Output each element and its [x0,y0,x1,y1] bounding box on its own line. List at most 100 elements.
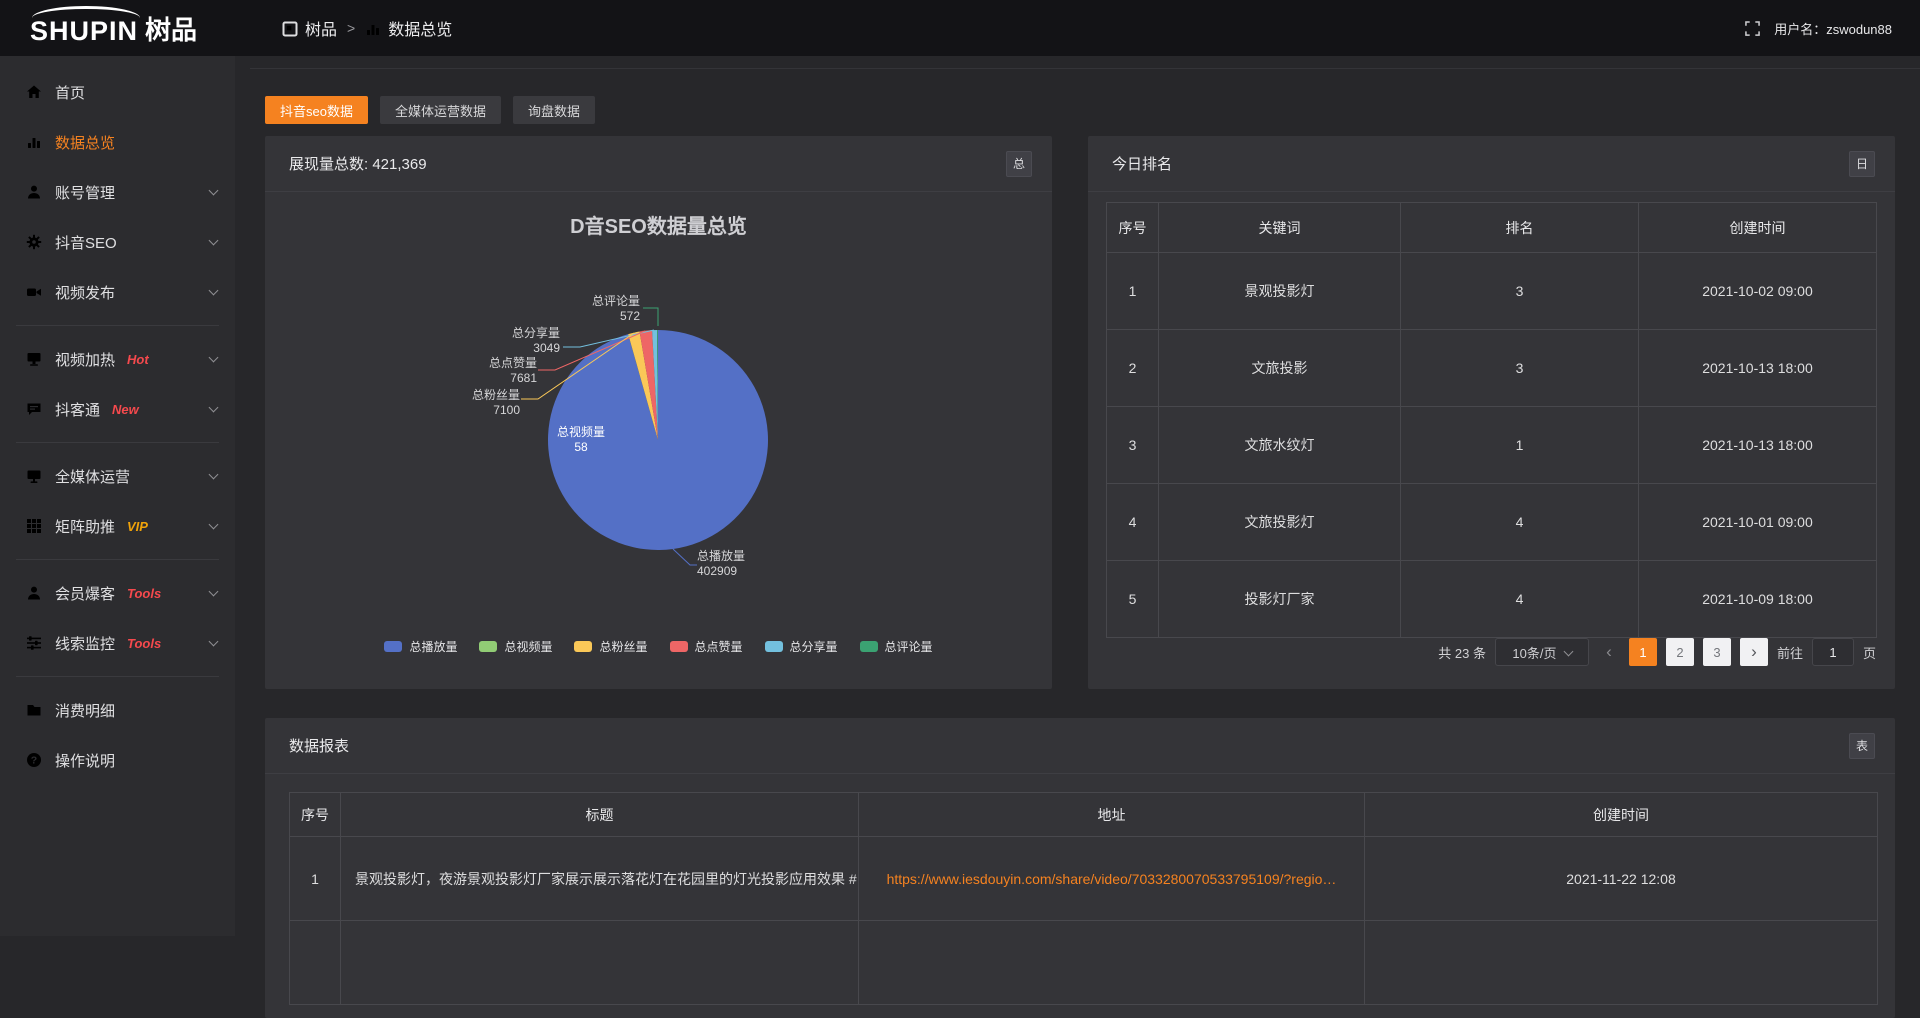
sidebar-item-video-publish[interactable]: 视频发布 [0,267,235,317]
table-view-button[interactable]: 表 [1849,733,1875,759]
legend-item-comments[interactable]: 总评论量 [860,638,933,655]
sidebar-item-label: 抖音SEO [55,232,117,253]
chevron-down-icon [209,403,219,413]
data-report-panel: 数据报表 表 序号 标题 地址 创建时间 1 景观投影灯，夜游景观投影灯厂家展示… [265,718,1895,1018]
legend-item-plays[interactable]: 总播放量 [384,638,457,655]
sidebar-divider [16,325,219,326]
total-count-label: 共 23 条 [1438,643,1486,662]
legend-item-likes[interactable]: 总点赞量 [670,638,743,655]
sidebar-item-label: 全媒体运营 [55,466,130,487]
sidebar-item-expense-detail[interactable]: 消费明细 [0,685,235,735]
screen-icon [26,351,42,367]
breadcrumb: 树品 > 数据总览 [282,0,452,56]
pie-label-plays: 总播放量 402909 [697,549,745,579]
sidebar-item-video-heat[interactable]: 视频加热 Hot [0,334,235,384]
rank-panel-title: 今日排名 [1112,153,1172,174]
report-panel-header: 数据报表 表 [265,718,1895,774]
app-logo: SHUPIN 树品 [30,10,197,47]
pagination: 共 23 条 10条/页 ‹ 1 2 3 › 前往 页 [1438,638,1876,666]
data-tabs: 抖音seo数据 全媒体运营数据 询盘数据 [265,96,595,124]
sidebar: 首页 数据总览 账号管理 抖音SEO 视频发布 视频加热 Hot 抖客通 New… [0,56,235,936]
new-badge: New [112,402,139,417]
pie-chart: D音SEO数据量总览 总评论量 572 总分享量 3049 总点赞量 7681 … [265,192,1052,689]
sliders-icon [26,635,42,651]
sidebar-item-label: 线索监控 [55,633,115,654]
logo-text-cn: 树品 [145,10,197,47]
report-table-header-row: 序号 标题 地址 创建时间 [290,793,1878,837]
sidebar-item-label: 视频加热 [55,349,115,370]
sidebar-item-member-booster[interactable]: 会员爆客 Tools [0,568,235,618]
sidebar-item-media-operations[interactable]: 全媒体运营 [0,451,235,501]
logo-arc [32,6,140,18]
next-page-button[interactable]: › [1740,638,1768,666]
wallet-icon [26,702,42,718]
chevron-down-icon [1563,646,1573,656]
question-circle-icon [26,752,42,768]
breadcrumb-separator: > [347,20,355,36]
sidebar-item-label: 数据总览 [55,132,115,153]
breadcrumb-root[interactable]: 树品 [305,16,337,40]
daily-view-button[interactable]: 日 [1849,151,1875,177]
page-button-1[interactable]: 1 [1629,638,1657,666]
username-label[interactable]: 用户名：zswodun88 [1774,19,1892,38]
table-row: 2文旅投影32021-10-13 18:00 [1107,330,1877,407]
fullscreen-icon[interactable] [1745,21,1760,36]
page-button-2[interactable]: 2 [1666,638,1694,666]
rank-table-header-row: 序号 关键词 排名 创建时间 [1107,203,1877,253]
tools-badge: Tools [127,586,161,601]
table-row: 1 景观投影灯，夜游景观投影灯厂家展示展示落花灯在花园里的灯光投影应用效果 # … [290,837,1878,921]
sidebar-item-data-overview[interactable]: 数据总览 [0,117,235,167]
comment-icon [26,401,42,417]
legend-item-videos[interactable]: 总视频量 [479,638,552,655]
page-size-select[interactable]: 10条/页 [1495,638,1589,666]
sidebar-item-label: 账号管理 [55,182,115,203]
legend-swatch [384,641,402,652]
chevron-down-icon [209,186,219,196]
column-header: 关键词 [1159,203,1401,253]
chevron-down-icon [209,470,219,480]
column-header: 序号 [1107,203,1159,253]
bar-chart-icon [365,21,380,36]
chevron-down-icon [209,587,219,597]
gear-icon [26,234,42,250]
video-url-link[interactable]: https://www.iesdouyin.com/share/video/70… [887,871,1337,887]
goto-page-input[interactable] [1812,638,1854,666]
sidebar-item-lead-monitor[interactable]: 线索监控 Tools [0,618,235,668]
tab-media-operations-data[interactable]: 全媒体运营数据 [380,96,501,124]
sidebar-item-instructions[interactable]: 操作说明 [0,735,235,785]
legend-swatch [479,641,497,652]
chevron-down-icon [209,520,219,530]
home-icon [26,84,42,100]
sidebar-item-home[interactable]: 首页 [0,67,235,117]
hot-badge: Hot [127,352,149,367]
tab-douyin-seo-data[interactable]: 抖音seo数据 [265,96,368,124]
total-view-button[interactable]: 总 [1006,151,1032,177]
sidebar-item-label: 消费明细 [55,700,115,721]
sidebar-item-label: 抖客通 [55,399,100,420]
tools-badge: Tools [127,636,161,651]
column-header: 地址 [859,793,1365,837]
sidebar-item-doukertong[interactable]: 抖客通 New [0,384,235,434]
tab-inquiry-data[interactable]: 询盘数据 [513,96,595,124]
column-header: 创建时间 [1639,203,1877,253]
sidebar-item-label: 会员爆客 [55,583,115,604]
column-header: 标题 [341,793,859,837]
legend-swatch [765,641,783,652]
chevron-down-icon [209,637,219,647]
prev-page-button[interactable]: ‹ [1598,638,1620,666]
app-square-icon [282,21,297,36]
chart-legend: 总播放量 总视频量 总粉丝量 总点赞量 总分享量 总评论量 [265,638,1052,655]
sidebar-item-account-management[interactable]: 账号管理 [0,167,235,217]
grid-icon [26,518,42,534]
report-title-cell: 景观投影灯，夜游景观投影灯厂家展示展示落花灯在花园里的灯光投影应用效果 # [341,837,859,921]
sidebar-item-matrix-boost[interactable]: 矩阵助推 VIP [0,501,235,551]
sidebar-item-label: 操作说明 [55,750,115,771]
table-row-clipped [290,921,1878,1005]
sidebar-item-douyin-seo[interactable]: 抖音SEO [0,217,235,267]
report-table: 序号 标题 地址 创建时间 1 景观投影灯，夜游景观投影灯厂家展示展示落花灯在花… [289,792,1878,1005]
table-row: 5投影灯厂家42021-10-09 18:00 [1107,561,1877,638]
legend-item-fans[interactable]: 总粉丝量 [574,638,647,655]
page-button-3[interactable]: 3 [1703,638,1731,666]
legend-item-shares[interactable]: 总分享量 [765,638,838,655]
today-ranking-panel: 今日排名 日 序号 关键词 排名 创建时间 1景观投影灯32021-10-02 … [1088,136,1895,689]
